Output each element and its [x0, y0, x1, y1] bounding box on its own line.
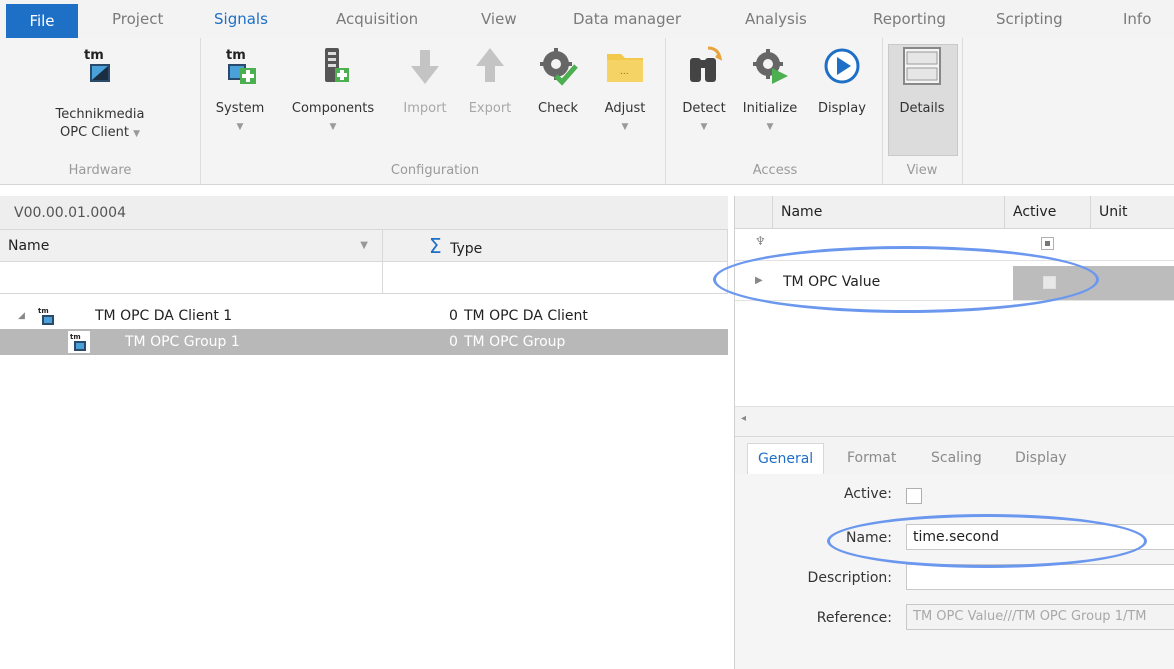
grid-column-active[interactable]: Active — [1005, 196, 1091, 228]
tm-film-icon: tm — [84, 48, 110, 82]
grid-column-unit[interactable]: Unit — [1091, 196, 1174, 228]
chevron-down-icon: ▼ — [766, 122, 774, 132]
chevron-down-icon: ▼ — [621, 122, 629, 132]
version-label: V00.00.01.0004 — [0, 196, 728, 230]
grid-column-name[interactable]: Name — [773, 196, 1005, 228]
sigma-icon: Σ — [429, 234, 442, 258]
menu-reporting[interactable]: Reporting — [873, 0, 946, 38]
adjust-label: Adjust — [604, 101, 646, 116]
ribbon-group-hardware: tm Technikmedia OPC Client ▼ Hardware — [0, 38, 201, 184]
ribbon: tm Technikmedia OPC Client ▼ Hardware tm — [0, 38, 1174, 185]
menu-acquisition[interactable]: Acquisition — [336, 0, 418, 38]
export-label: Export — [468, 101, 512, 116]
active-checkbox[interactable] — [906, 488, 922, 504]
tree-item-count: 0 — [449, 308, 458, 324]
grid-cell-unit[interactable] — [1093, 266, 1174, 300]
import-label: Import — [403, 101, 447, 116]
ribbon-group-access: Detect ▼ Initialize ▼ Display Access — [668, 38, 883, 184]
folder-icon: ... — [607, 54, 643, 82]
menu-bar: File Project Signals Acquisition View Da… — [0, 0, 1174, 38]
column-header-name[interactable]: Name ▼ — [0, 230, 383, 262]
menu-project[interactable]: Project — [112, 0, 163, 38]
system-add-icon: tm — [226, 48, 256, 84]
active-field-label: Active: — [843, 486, 892, 502]
grid-horizontal-scrollbar[interactable]: ◂ — [735, 406, 1174, 437]
grid-indicator-header — [735, 196, 773, 228]
play-circle-icon — [824, 48, 860, 84]
pin-icon: ♆ — [755, 234, 766, 248]
tab-scaling[interactable]: Scaling — [931, 443, 982, 475]
grid-header: Name Active Unit — [735, 196, 1174, 229]
initialize-label: Initialize — [742, 101, 798, 116]
tab-display[interactable]: Display — [1015, 443, 1067, 475]
scroll-left-icon[interactable]: ◂ — [741, 413, 746, 424]
reference-field[interactable]: TM OPC Value///TM OPC Group 1/TM — [906, 604, 1174, 630]
details-panel-icon — [903, 47, 941, 85]
column-type-label: Type — [450, 241, 483, 257]
details-tab-strip: General Format Scaling Display — [735, 436, 1174, 476]
group-label-hardware: Hardware — [68, 163, 132, 178]
column-name-label: Name — [8, 238, 50, 254]
description-field[interactable] — [906, 564, 1174, 590]
filter-type-input[interactable] — [383, 262, 728, 294]
ribbon-group-view: Details View — [882, 38, 963, 184]
reference-field-label: Reference: — [816, 610, 892, 626]
system-label: System — [215, 101, 265, 116]
tree-item-count: 0 — [449, 334, 458, 350]
components-add-icon — [325, 48, 349, 82]
tree-item-type: TM OPC DA Client — [464, 308, 588, 324]
expand-triangle-icon[interactable]: ◢ — [18, 303, 25, 329]
hardware-button-line2: OPC Client — [60, 125, 129, 140]
tm-film-icon: tm — [68, 331, 90, 353]
svg-text:tm: tm — [38, 307, 49, 315]
svg-text:tm: tm — [70, 333, 81, 341]
chevron-down-icon: ▼ — [236, 122, 244, 132]
chevron-down-icon: ▼ — [329, 122, 337, 132]
description-field-label: Description: — [807, 570, 892, 586]
display-label: Display — [818, 101, 866, 116]
tree-item-type: TM OPC Group — [464, 334, 566, 350]
tree-row-selected[interactable]: tm TM OPC Group 1 0 TM OPC Group — [0, 329, 728, 355]
menu-signals[interactable]: Signals — [214, 0, 268, 38]
gear-play-icon — [753, 49, 788, 84]
highlight-ellipse-name-field — [827, 514, 1147, 568]
general-form: Active: Name: time.second Description: R… — [735, 474, 1174, 669]
group-label-view: View — [906, 163, 938, 178]
svg-text:tm: tm — [84, 48, 104, 63]
tm-film-icon: tm — [38, 307, 54, 325]
check-label: Check — [538, 101, 578, 116]
arrow-down-icon — [411, 50, 439, 84]
binoculars-icon — [690, 46, 723, 82]
tab-format[interactable]: Format — [847, 443, 896, 475]
menu-view[interactable]: View — [481, 0, 517, 38]
hardware-button-line1: Technikmedia — [55, 107, 145, 122]
group-label-access: Access — [752, 163, 798, 178]
ribbon-group-configuration: tm System ▼ Components ▼ Import Export C… — [205, 38, 666, 184]
details-label: Details — [899, 101, 945, 116]
gear-check-icon — [540, 48, 578, 86]
new-row-active-checkbox[interactable] — [1041, 237, 1054, 250]
menu-data-manager[interactable]: Data manager — [573, 0, 681, 38]
tree-row[interactable]: ◢ tm TM OPC DA Client 1 0 TM OPC DA Clie… — [0, 303, 728, 329]
menu-analysis[interactable]: Analysis — [745, 0, 807, 38]
highlight-ellipse-grid-row — [713, 246, 1099, 313]
tree-item-name: TM OPC DA Client 1 — [95, 308, 233, 324]
column-header-type[interactable]: Σ Type — [383, 230, 728, 262]
menu-info[interactable]: Info — [1123, 0, 1151, 38]
components-label: Components — [291, 101, 375, 116]
filter-name-input[interactable] — [0, 262, 383, 294]
signal-tree-pane: V00.00.01.0004 Name ▼ Σ Type ◢ tm TM OPC… — [0, 196, 728, 669]
chevron-down-icon: ▼ — [133, 129, 140, 139]
arrow-up-icon — [476, 48, 504, 82]
tree-item-name: TM OPC Group 1 — [125, 334, 240, 350]
filter-dropdown-icon[interactable]: ▼ — [360, 230, 368, 262]
menu-file[interactable]: File — [6, 4, 78, 38]
svg-text:tm: tm — [226, 48, 246, 63]
svg-text:...: ... — [620, 67, 629, 77]
tab-general[interactable]: General — [747, 443, 825, 476]
menu-scripting[interactable]: Scripting — [996, 0, 1063, 38]
group-label-configuration: Configuration — [390, 163, 480, 178]
